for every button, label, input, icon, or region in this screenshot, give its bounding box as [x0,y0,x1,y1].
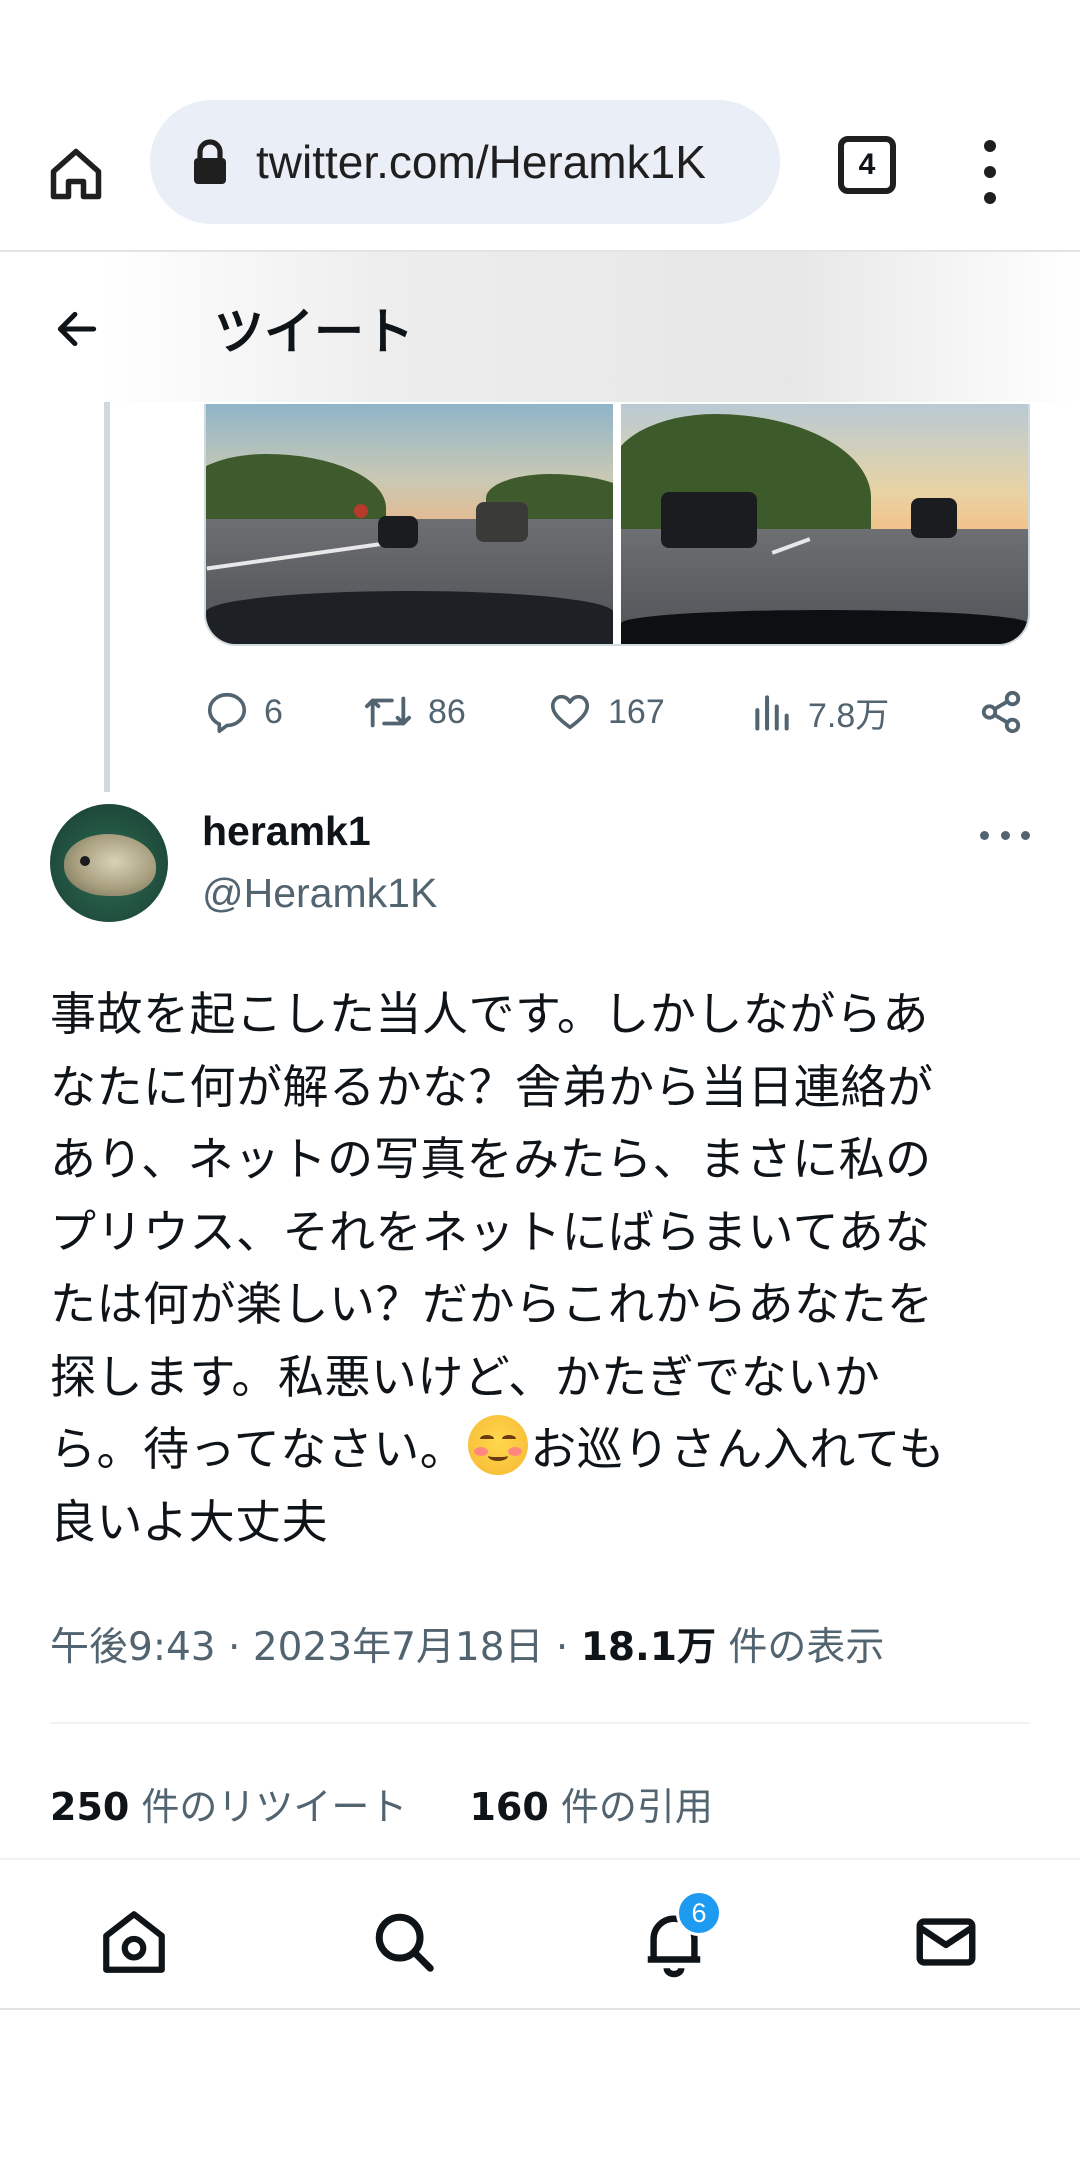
thread-connector-line [104,402,110,792]
dot-icon [1000,830,1010,840]
tweet-stats: 250 件のリツイート 160 件の引用 [50,1776,713,1831]
nav-search-button[interactable] [366,1904,442,1980]
retweet-icon [364,696,411,728]
tab-switcher-button[interactable]: 4 [838,136,896,194]
tweet-text-line: たは何が楽しい？だからこれからあなたを [50,1277,934,1331]
page-title: ツイート [214,303,414,361]
arrow-left-icon [57,311,97,347]
more-options-button[interactable] [980,822,1030,848]
tweet-photo-1[interactable] [206,404,613,644]
like-count: 167 [608,692,665,731]
views-button[interactable]: 7.8万 [750,682,889,742]
smiling-face-emoji-icon [468,1415,529,1475]
tweet-photo-2[interactable] [621,404,1028,644]
browser-toolbar: twitter.com/Heramk1K 4 [0,96,1080,252]
lock-icon [194,139,226,184]
dot-icon [980,830,989,840]
nav-home-button[interactable] [96,1904,172,1980]
tweet-view-count: 18.1万 [580,1625,716,1670]
tweet-body: 事故を起こした当人です。しかしながらあ なたに何が解るかな？舎弟から当日連絡が … [50,978,1030,1558]
tweet-text-fragment: お巡りさん入れても [530,1422,946,1476]
home-icon [103,1911,165,1973]
home-outline-icon [50,148,102,200]
address-bar[interactable]: twitter.com/Heramk1K [150,100,780,224]
fish-avatar-image [64,834,156,896]
status-bar-area [0,0,1080,96]
tweet-text-line: 良いよ大丈夫 [50,1494,329,1549]
bar-chart-icon [755,695,789,731]
dot-icon [1021,830,1030,840]
dot-icon [984,166,996,178]
reply-button[interactable]: 6 [204,682,283,742]
quotes-count: 160 [469,1785,549,1829]
url-text: twitter.com/Heramk1K [256,136,706,188]
tweet-view-label: 件の表示 [728,1625,885,1670]
mail-icon [916,1918,976,1966]
browser-home-button[interactable] [36,134,116,214]
tweet-text-line: プリウス、それをネットにばらまいてあな [50,1204,931,1259]
back-button[interactable] [40,292,114,366]
divider [50,1722,1030,1724]
notification-badge: 6 [676,1890,722,1936]
tweet-text-line: 事故を起こした当人です。しかしながらあ [50,987,929,1041]
avatar[interactable] [50,804,168,922]
tweet-page-header: ツイート [0,252,1080,402]
tweet-text-line: なたに何が解るかな？舎弟から当日連絡が [50,1059,934,1114]
like-button[interactable]: 167 [546,682,665,742]
tweet-media-grid [204,404,1030,646]
tweet-metadata: 午後9:43 · 2023年7月18日 · 18.1万 件の表示 [50,1625,885,1670]
dot-icon [984,192,996,204]
share-button[interactable] [978,682,1038,742]
bottom-navigation: 6 [0,1858,1080,2010]
tweet-text-line: 探します。私悪いけど、かたぎでないか [50,1349,881,1404]
heart-icon [550,694,590,730]
view-count: 7.8万 [808,696,890,735]
tweet-text-line: あり、ネットの写真をみたら、まさに私の [50,1132,932,1186]
retweet-count: 86 [428,692,466,731]
quoted-tweet-actions: 6 86 167 7.8万 [204,682,1034,742]
tweet-text-fragment: ら。待ってなさい。 [50,1422,467,1476]
retweets-link[interactable]: 250 件のリツイート [50,1785,407,1829]
tweet-text-line: ら。待ってなさい。 お巡りさん入れても [50,1413,1030,1486]
retweet-button[interactable]: 86 [362,682,466,742]
reply-bubble-icon [207,692,247,733]
nav-messages-button[interactable] [908,1904,984,1980]
share-icon [981,690,1021,734]
dot-icon [984,140,996,152]
tweet-date[interactable]: 2023年7月18日 [253,1625,544,1670]
quotes-link[interactable]: 160 件の引用 [469,1785,712,1829]
browser-menu-button[interactable] [970,132,1010,212]
tweet-time[interactable]: 午後9:43 [50,1625,216,1670]
retweets-count: 250 [50,1785,130,1829]
author-handle[interactable]: @Heramk1K [202,870,437,917]
search-icon [375,1913,434,1972]
author-display-name[interactable]: heramk1 [202,808,371,855]
reply-count: 6 [264,692,283,731]
